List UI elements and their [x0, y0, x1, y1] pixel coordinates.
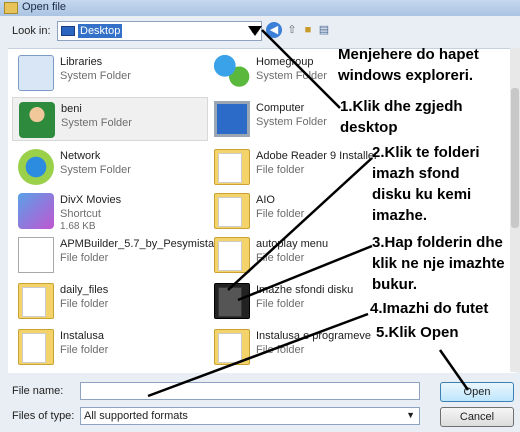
item-name: Network [60, 150, 101, 162]
lookin-row: Look in: Desktop ▼ [0, 18, 520, 44]
title-bar: Open file [0, 0, 520, 16]
item-name: Computer [256, 102, 305, 114]
item-type: File folder [256, 298, 305, 310]
annotation-step-4: 4.Imazhi do futet [370, 300, 489, 317]
annotation-text: windows exploreri. [338, 67, 474, 84]
annotation-step-5: 5.Klik Open [376, 324, 459, 341]
item-type: File folder [60, 252, 109, 264]
folder-icon [214, 237, 250, 273]
chevron-down-icon[interactable]: ▼ [248, 25, 257, 35]
item-type: File folder [256, 252, 305, 264]
item-type: File folder [256, 344, 305, 356]
computer-icon [214, 101, 250, 137]
list-item[interactable]: Libraries System Folder [12, 51, 208, 95]
annotation-text: klik ne nje imazhte [372, 255, 505, 272]
libraries-icon [18, 55, 54, 91]
user-icon [19, 102, 55, 138]
item-name: Libraries [60, 56, 103, 68]
item-type: File folder [60, 298, 109, 310]
list-item[interactable]: Instalusa File folder [12, 325, 208, 369]
list-item[interactable]: beni System Folder [12, 97, 208, 141]
annotation-step-1: 1.Klik dhe zgjedh desktop [340, 96, 463, 138]
view-menu-icon[interactable]: ▤ [316, 22, 332, 38]
folder-dark-icon [214, 283, 250, 319]
filetype-dropdown[interactable]: All supported formats ▼ [80, 407, 420, 425]
annotation-step-2: 2.Klik te folderi imazh sfond disku ku k… [372, 142, 480, 226]
new-folder-icon[interactable]: ■ [300, 22, 316, 38]
vertical-scrollbar[interactable] [510, 48, 520, 372]
folder-icon [18, 329, 54, 365]
item-type: System Folder [256, 116, 327, 128]
up-folder-icon[interactable]: ⇧ [284, 22, 300, 38]
filename-label: File name: [12, 385, 64, 397]
window-title: Open file [22, 1, 67, 13]
lookin-label: Look in: [12, 25, 51, 37]
item-name: Imazhe sfondi disku [256, 284, 354, 296]
item-type: File folder [256, 164, 305, 176]
filetype-value: All supported formats [84, 410, 188, 422]
item-name: Instalusa [60, 330, 105, 342]
chevron-down-icon[interactable]: ▼ [406, 410, 415, 420]
item-name: AIO [256, 194, 275, 206]
folder-icon [214, 193, 250, 229]
item-name: autoplay menu [256, 238, 329, 250]
annotation-step-3: 3.Hap folderin dhe klik ne nje imazhte b… [372, 232, 505, 295]
annotation-text: disku ku kemi [372, 186, 472, 203]
annotation-text: imazhe. [372, 207, 428, 224]
annotation-text: desktop [340, 119, 398, 136]
back-icon[interactable]: ◀ [266, 22, 282, 38]
list-item[interactable]: DivX Movies Shortcut 1.68 KB [12, 189, 208, 233]
list-item[interactable]: daily_files File folder [12, 279, 208, 323]
folder-icon [18, 237, 54, 273]
annotation-text: Menjehere do hapet [338, 46, 479, 63]
item-type: System Folder [61, 117, 132, 129]
dialog-bottom: File name: Files of type: All supported … [0, 374, 520, 432]
item-name: daily_files [60, 284, 109, 296]
item-size: 1.68 KB [60, 221, 96, 232]
desktop-icon [61, 26, 75, 36]
item-name: APMBuilder_5.7_by_Pesymista [60, 238, 215, 250]
cancel-button[interactable]: Cancel [440, 407, 514, 427]
network-icon [18, 149, 54, 185]
annotation-text: 3.Hap folderin dhe [372, 234, 503, 251]
divx-shortcut-icon [18, 193, 54, 229]
item-type: System Folder [60, 70, 131, 82]
item-type: System Folder [60, 164, 131, 176]
scrollbar-thumb[interactable] [511, 88, 519, 228]
item-type: File folder [60, 344, 109, 356]
annotation-text: 2.Klik te folderi [372, 144, 480, 161]
homegroup-icon [214, 55, 250, 91]
folder-icon [18, 283, 54, 319]
list-item[interactable]: Instalusa e programeve File folder [208, 325, 404, 369]
annotation-step-0: Menjehere do hapet windows exploreri. [338, 44, 479, 86]
folder-icon [4, 2, 18, 14]
annotation-text: 1.Klik dhe zgjedh [340, 98, 463, 115]
folder-icon [214, 149, 250, 185]
folder-icon [214, 329, 250, 365]
lookin-dropdown[interactable]: Desktop ▼ [57, 21, 262, 41]
annotation-text: bukur. [372, 276, 418, 293]
annotation-text: imazh sfond [372, 165, 460, 182]
filetype-label: Files of type: [12, 410, 75, 422]
item-name: beni [61, 103, 82, 115]
filename-field[interactable] [80, 382, 420, 400]
lookin-value: Desktop [78, 24, 123, 38]
item-name: Homegroup [256, 56, 314, 68]
item-type: File folder [256, 208, 305, 220]
item-name: Instalusa e programeve [256, 330, 371, 342]
list-item[interactable]: Network System Folder [12, 145, 208, 189]
item-name: Adobe Reader 9 Installer [256, 150, 378, 162]
list-item[interactable]: APMBuilder_5.7_by_Pesymista File folder [12, 233, 214, 277]
item-name: DivX Movies [60, 194, 122, 206]
item-type: Shortcut [60, 208, 101, 220]
item-type: System Folder [256, 70, 327, 82]
open-button[interactable]: Open [440, 382, 514, 402]
